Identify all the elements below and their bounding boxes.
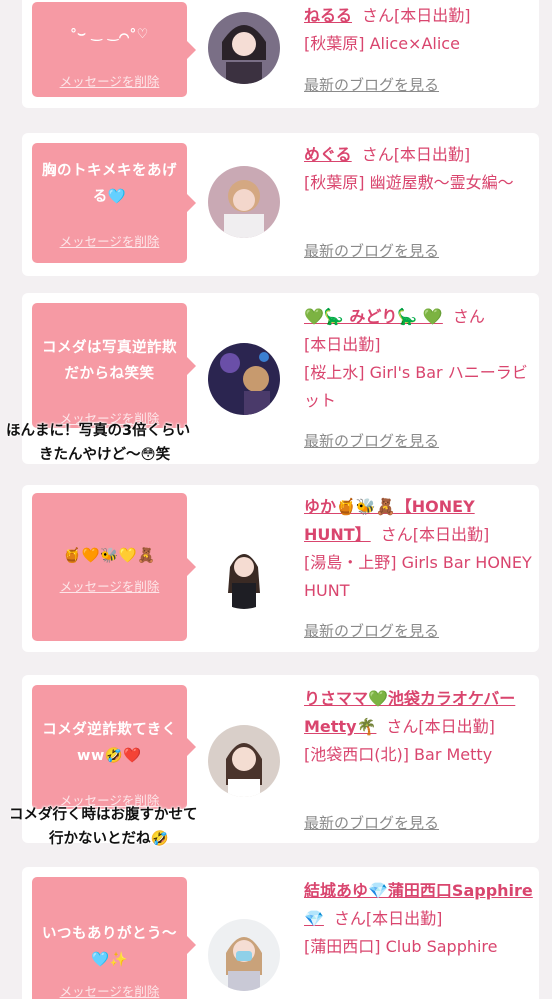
reply-line: 行かないとだね🤣 — [49, 831, 169, 847]
shop-text: [湯島・上野] Girls Bar HONEY HUNT — [304, 553, 532, 600]
girl-name-link[interactable]: ねるる — [304, 6, 352, 25]
message-text: いつもありがとう〜🩵✨ — [42, 926, 177, 968]
avatar[interactable] — [208, 343, 280, 415]
status-text: さん — [452, 307, 485, 326]
avatar[interactable] — [208, 725, 280, 797]
status-text: さん[本日出勤] — [361, 145, 471, 164]
delete-message-link[interactable]: メッセージを削除 — [32, 981, 187, 999]
blog-link[interactable]: 最新のブログを見る — [304, 620, 439, 641]
shop-text: [蒲田西口] Club Sapphire — [304, 937, 498, 956]
message-card: いつもありがとう〜🩵✨ メッセージを削除 結城あゆ💎蒲田西口Sapphire💎 さ… — [22, 867, 539, 999]
blog-link[interactable]: 最新のブログを見る — [304, 74, 439, 95]
message-bubble: 🍯🧡🐝💛🧸 メッセージを削除 — [32, 493, 196, 641]
status-text: さん[本日出勤] — [333, 909, 443, 928]
status-text: さん[本日出勤] — [362, 6, 471, 25]
shop-text: [池袋西口(北)] Bar Metty — [304, 745, 493, 764]
blog-link[interactable]: 最新のブログを見る — [304, 240, 439, 261]
status-text: さん[本日出勤] — [386, 717, 495, 736]
message-bubble: 胸のトキメキをあげる🩵 メッセージを削除 — [32, 143, 196, 263]
reply-line: ほんまに！写真の3倍くらい — [6, 423, 191, 439]
delete-message-link[interactable]: メッセージを削除 — [32, 576, 187, 595]
message-text: °⌣ ‿ ‿⌒°♡ — [70, 27, 149, 42]
message-card: 胸のトキメキをあげる🩵 メッセージを削除 めぐる さん[本日出勤] [秋葉原] 幽… — [22, 133, 539, 276]
reply-overlay-text: ほんまに！写真の3倍くらい きたんやけど〜😳笑 — [6, 419, 190, 467]
blog-link[interactable]: 最新のブログを見る — [304, 812, 439, 833]
shop-text: [秋葉原] Alice×Alice — [304, 34, 460, 53]
message-bubble: コメダ逆詐欺てきくww🤣❤️ メッセージを削除 — [32, 685, 196, 809]
girl-info: めぐる さん[本日出勤] [秋葉原] 幽遊屋敷〜霊女編〜 — [304, 141, 534, 197]
message-bubble: °⌣ ‿ ‿⌒°♡ メッセージを削除 — [32, 2, 196, 97]
avatar[interactable] — [208, 537, 280, 609]
message-text: コメダ逆詐欺てきくww🤣❤️ — [42, 722, 177, 764]
girl-name-link[interactable]: めぐる — [304, 145, 352, 164]
message-text: 胸のトキメキをあげる🩵 — [42, 163, 177, 205]
message-bubble: コメダは写真逆詐欺だからね笑笑 メッセージを削除 — [32, 303, 196, 428]
status-text: [本日出勤] — [304, 335, 381, 354]
message-bubble: いつもありがとう〜🩵✨ メッセージを削除 — [32, 877, 196, 999]
message-text: 🍯🧡🐝💛🧸 — [63, 548, 156, 564]
delete-message-link[interactable]: メッセージを削除 — [32, 71, 187, 90]
shop-text: [桜上水] Girl's Bar ハニーラビット — [304, 363, 528, 410]
reply-overlay-text: コメダ行く時はお腹すかせて 行かないとだね🤣 — [9, 803, 198, 851]
message-card: °⌣ ‿ ‿⌒°♡ メッセージを削除 ねるる さん[本日出勤] [秋葉原] Ali… — [22, 0, 539, 108]
avatar[interactable] — [208, 12, 280, 84]
girl-info: 💚🦕 みどり🦕 💚 さん [本日出勤] [桜上水] Girl's Bar ハニーラ… — [304, 303, 534, 415]
reply-line: コメダ行く時はお腹すかせて — [9, 807, 198, 823]
avatar[interactable] — [208, 919, 280, 991]
reply-line: きたんやけど〜😳笑 — [39, 447, 171, 463]
girl-info: りさママ💚池袋カラオケバーMetty🌴 さん[本日出勤] [池袋西口(北)] Ba… — [304, 685, 534, 769]
message-text: コメダは写真逆詐欺だからね笑笑 — [42, 340, 177, 382]
message-card: 🍯🧡🐝💛🧸 メッセージを削除 ゆか🍯🐝🧸【HONEY HUNT】 さん[本日出勤]… — [22, 485, 539, 652]
status-text: さん[本日出勤] — [380, 525, 490, 544]
blog-link[interactable]: 最新のブログを見る — [304, 430, 439, 451]
girl-name-link[interactable]: 💚🦕 みどり🦕 💚 — [304, 307, 443, 326]
girl-info: ゆか🍯🐝🧸【HONEY HUNT】 さん[本日出勤] [湯島・上野] Girls … — [304, 493, 534, 605]
shop-text: [秋葉原] 幽遊屋敷〜霊女編〜 — [304, 173, 514, 192]
delete-message-link[interactable]: メッセージを削除 — [32, 231, 187, 250]
girl-info: 結城あゆ💎蒲田西口Sapphire💎 さん[本日出勤] [蒲田西口] Club S… — [304, 877, 534, 961]
avatar[interactable] — [208, 166, 280, 238]
girl-info: ねるる さん[本日出勤] [秋葉原] Alice×Alice — [304, 2, 534, 58]
